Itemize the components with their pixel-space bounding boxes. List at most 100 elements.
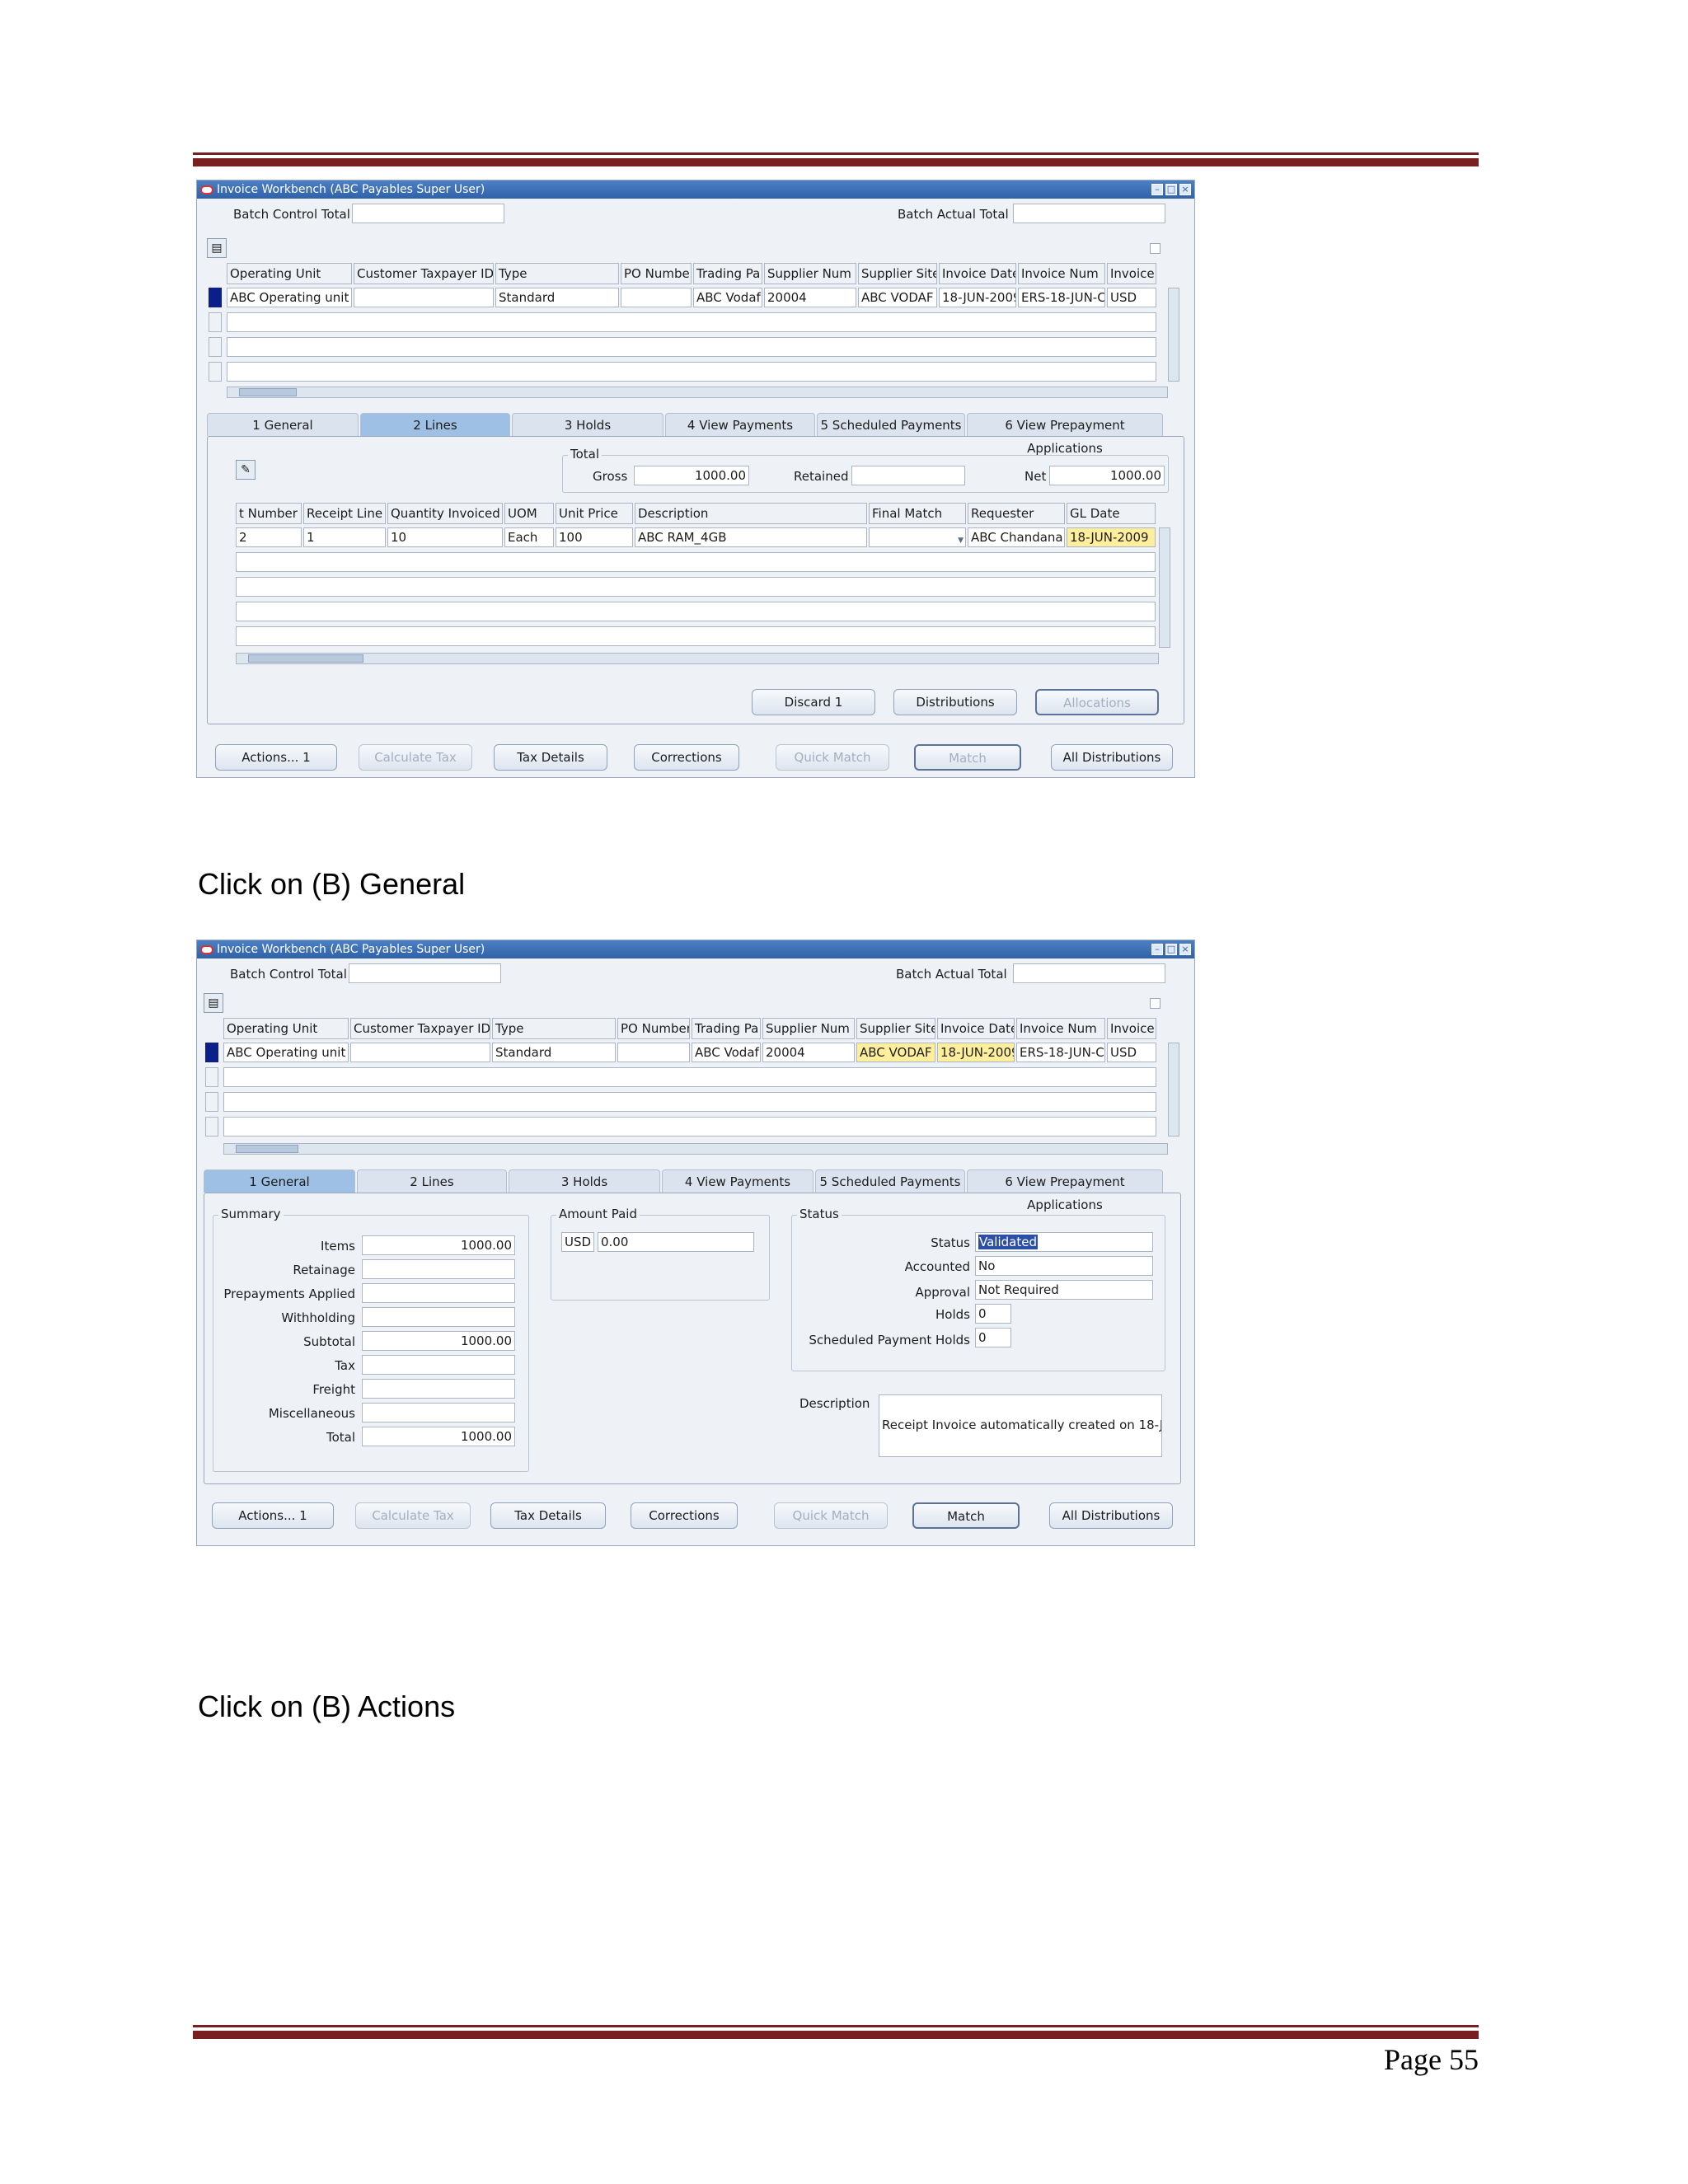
calculate-tax-button[interactable]: Calculate Tax	[359, 744, 472, 771]
match-button[interactable]: Match	[912, 1502, 1020, 1529]
amount-paid-currency-field[interactable]: USD	[561, 1232, 594, 1252]
tax-details-button[interactable]: Tax Details	[494, 744, 607, 771]
calculate-tax-button[interactable]: Calculate Tax	[355, 1502, 471, 1529]
subtotal-field[interactable]: 1000.00	[362, 1331, 515, 1351]
actions-button[interactable]: Actions... 1	[212, 1502, 334, 1529]
tab-view-prepayment-applications[interactable]: 6 View Prepayment Applications	[967, 413, 1163, 456]
tab-view-payments[interactable]: 4 View Payments	[665, 413, 815, 436]
description-field[interactable]: Receipt Invoice automatically created on…	[879, 1394, 1162, 1457]
batch-control-total-field[interactable]	[349, 963, 501, 983]
status-field[interactable]: Validated	[975, 1232, 1153, 1252]
row-indicator[interactable]	[205, 1117, 218, 1137]
batch-control-total-field[interactable]	[352, 204, 504, 223]
customer-taxpayer-id-cell[interactable]	[350, 1043, 490, 1062]
empty-row[interactable]	[227, 337, 1156, 357]
freight-field[interactable]	[362, 1379, 515, 1399]
holds-field[interactable]: 0	[975, 1304, 1011, 1324]
empty-row[interactable]	[223, 1067, 1156, 1087]
minimize-icon[interactable]: –	[1151, 184, 1163, 195]
folder-open-icon[interactable]: ✎	[236, 460, 256, 480]
maximize-icon[interactable]: □	[1165, 184, 1177, 195]
folder-icon[interactable]: ▤	[204, 993, 223, 1013]
invoice-currency-cell[interactable]: USD	[1107, 288, 1156, 307]
supplier-site-cell[interactable]: ABC VODAF	[856, 1043, 935, 1062]
receipt-line-cell[interactable]: 1	[303, 527, 386, 547]
batch-actual-total-field[interactable]	[1013, 963, 1165, 983]
empty-line-row[interactable]	[236, 602, 1156, 621]
supplier-site-cell[interactable]: ABC VODAF	[858, 288, 937, 307]
quantity-invoiced-cell[interactable]: 10	[387, 527, 503, 547]
gross-field[interactable]: 1000.00	[634, 466, 749, 485]
empty-row[interactable]	[223, 1092, 1156, 1112]
lines-vertical-scrollbar[interactable]	[1159, 527, 1170, 648]
supplier-num-cell[interactable]: 20004	[762, 1043, 855, 1062]
all-distributions-button[interactable]: All Distributions	[1049, 1502, 1173, 1529]
horizontal-scrollbar[interactable]	[223, 1143, 1168, 1155]
total-field[interactable]: 1000.00	[362, 1427, 515, 1446]
horizontal-scrollbar[interactable]	[227, 387, 1168, 398]
operating-unit-cell[interactable]: ABC Operating unit	[227, 288, 352, 307]
invoice-num-cell[interactable]: ERS-18-JUN-C	[1018, 288, 1105, 307]
tab-lines[interactable]: 2 Lines	[360, 413, 510, 436]
all-distributions-button[interactable]: All Distributions	[1051, 744, 1173, 771]
distributions-button[interactable]: Distributions	[893, 689, 1017, 715]
description-cell[interactable]: ABC RAM_4GB	[635, 527, 867, 547]
unit-price-cell[interactable]: 100	[556, 527, 633, 547]
maximize-icon[interactable]: □	[1165, 944, 1177, 955]
po-number-cell[interactable]	[621, 288, 692, 307]
tab-scheduled-payments[interactable]: 5 Scheduled Payments	[815, 1169, 965, 1193]
tax-details-button[interactable]: Tax Details	[490, 1502, 606, 1529]
empty-line-row[interactable]	[236, 626, 1156, 646]
invoice-num-cell[interactable]: ERS-18-JUN-C	[1016, 1043, 1105, 1062]
empty-row[interactable]	[227, 362, 1156, 382]
tax-field[interactable]	[362, 1355, 515, 1375]
match-button[interactable]: Match	[914, 744, 1021, 771]
row-indicator[interactable]	[205, 1092, 218, 1112]
row-indicator[interactable]	[209, 362, 222, 382]
prepayments-applied-field[interactable]	[362, 1283, 515, 1303]
items-field[interactable]: 1000.00	[362, 1235, 515, 1255]
toolbar-checkbox[interactable]	[1150, 998, 1160, 1009]
corrections-button[interactable]: Corrections	[634, 744, 739, 771]
row-indicator-selected[interactable]	[205, 1043, 218, 1062]
empty-row[interactable]	[227, 312, 1156, 332]
minimize-icon[interactable]: –	[1151, 944, 1163, 955]
gl-date-cell[interactable]: 18-JUN-2009	[1067, 527, 1156, 547]
empty-line-row[interactable]	[236, 577, 1156, 597]
tab-view-payments[interactable]: 4 View Payments	[662, 1169, 814, 1193]
invoice-date-cell[interactable]: 18-JUN-2009	[937, 1043, 1015, 1062]
withholding-field[interactable]	[362, 1307, 515, 1327]
receipt-number-cell[interactable]: 2	[236, 527, 302, 547]
tab-lines[interactable]: 2 Lines	[357, 1169, 507, 1193]
batch-actual-total-field[interactable]	[1013, 204, 1165, 223]
tab-general[interactable]: 1 General	[207, 413, 359, 436]
tab-view-prepayment-applications[interactable]: 6 View Prepayment Applications	[967, 1169, 1163, 1212]
miscellaneous-field[interactable]	[362, 1403, 515, 1422]
allocations-button[interactable]: Allocations	[1035, 689, 1159, 715]
retainage-field[interactable]	[362, 1259, 515, 1279]
vertical-scrollbar[interactable]	[1168, 288, 1179, 382]
final-match-cell[interactable]: ▼	[869, 527, 966, 547]
invoice-currency-cell[interactable]: USD	[1107, 1043, 1156, 1062]
supplier-num-cell[interactable]: 20004	[764, 288, 856, 307]
invoice-date-cell[interactable]: 18-JUN-2009	[939, 288, 1016, 307]
close-icon[interactable]: ×	[1179, 944, 1191, 955]
corrections-button[interactable]: Corrections	[631, 1502, 738, 1529]
tab-holds[interactable]: 3 Holds	[509, 1169, 660, 1193]
tab-holds[interactable]: 3 Holds	[512, 413, 663, 436]
empty-row[interactable]	[223, 1117, 1156, 1137]
toolbar-checkbox[interactable]	[1150, 243, 1160, 254]
trading-partner-cell[interactable]: ABC Vodaf	[693, 288, 762, 307]
row-indicator[interactable]	[205, 1067, 218, 1087]
quick-match-button[interactable]: Quick Match	[774, 1502, 888, 1529]
lines-horizontal-scrollbar[interactable]	[236, 653, 1159, 664]
net-field[interactable]: 1000.00	[1049, 466, 1165, 485]
retained-field[interactable]	[851, 466, 965, 485]
actions-button[interactable]: Actions... 1	[215, 744, 337, 771]
trading-partner-cell[interactable]: ABC Vodaf	[692, 1043, 761, 1062]
folder-icon[interactable]: ▤	[207, 238, 227, 258]
discard-button[interactable]: Discard 1	[752, 689, 875, 715]
customer-taxpayer-id-cell[interactable]	[354, 288, 494, 307]
tab-general[interactable]: 1 General	[204, 1169, 355, 1193]
tab-scheduled-payments[interactable]: 5 Scheduled Payments	[817, 413, 965, 436]
